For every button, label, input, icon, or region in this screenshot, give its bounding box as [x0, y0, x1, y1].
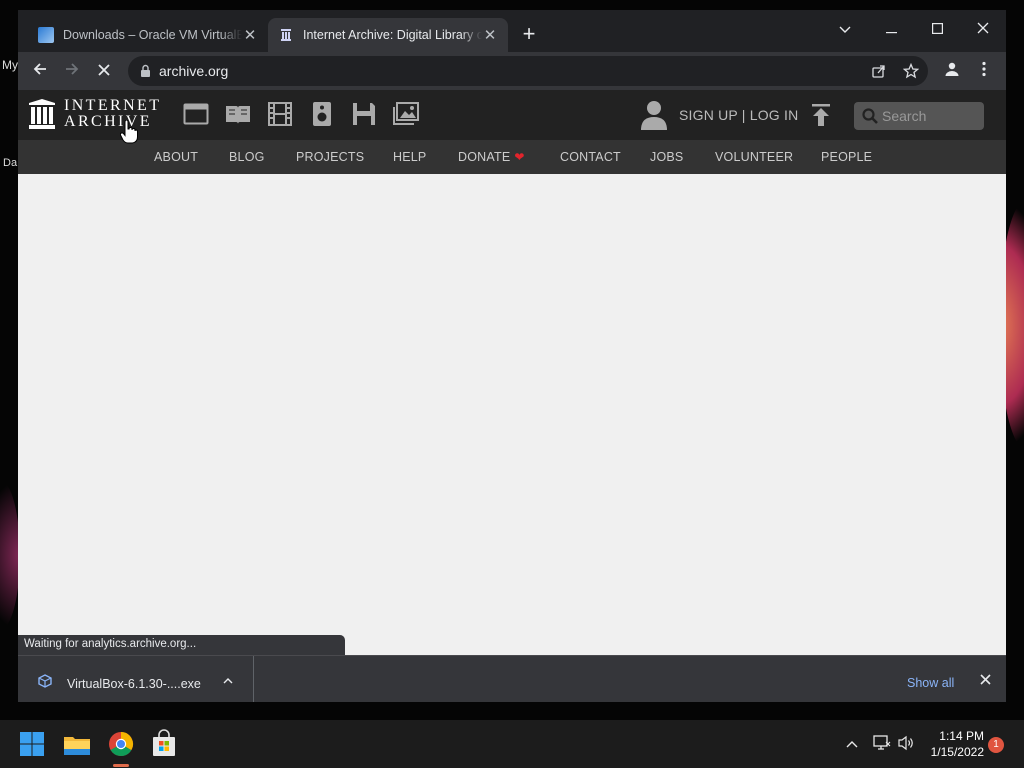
web-archive-icon[interactable] [183, 102, 209, 126]
images-picture-icon[interactable] [393, 102, 419, 126]
new-tab-button[interactable]: + [516, 22, 542, 48]
address-bar[interactable] [128, 56, 928, 86]
notification-badge[interactable]: 1 [988, 737, 1004, 753]
tab-title: Internet Archive: Digital Library of Fre… [303, 28, 482, 42]
show-all-downloads-button[interactable]: Show all [907, 676, 954, 690]
ia-search-box[interactable] [854, 102, 984, 130]
chrome-active-indicator [113, 764, 129, 767]
texts-book-icon[interactable] [225, 102, 251, 126]
tab-internet-archive[interactable]: Internet Archive: Digital Library of Fre… [268, 18, 508, 52]
video-film-icon[interactable] [267, 102, 293, 126]
nav-donate-label: DONATE [458, 150, 511, 164]
upload-icon[interactable] [811, 104, 831, 126]
system-clock[interactable]: 1:14 PM 1/15/2022 [924, 728, 984, 760]
network-icon[interactable] [873, 735, 891, 754]
audio-speaker-icon[interactable] [309, 102, 335, 126]
windows-start-icon[interactable] [16, 728, 48, 760]
tab-search-chevron-icon[interactable] [822, 14, 868, 44]
nav-contact[interactable]: CONTACT [560, 150, 621, 164]
bookmark-star-icon[interactable] [902, 62, 920, 81]
wallpaper-glow-left [0, 480, 20, 630]
tab-close-icon[interactable]: ✕ [242, 26, 258, 44]
clock-date: 1/15/2022 [930, 745, 984, 759]
minimize-button[interactable] [868, 14, 914, 44]
ia-logo-text: INTERNET ARCHIVE [64, 98, 161, 130]
desktop-label-my[interactable]: My [2, 58, 18, 72]
lock-icon[interactable] [140, 64, 151, 83]
software-disk-icon[interactable] [351, 102, 377, 126]
signup-login-link[interactable]: SIGN UP | LOG IN [679, 107, 798, 123]
chevron-up-icon[interactable] [223, 673, 233, 687]
tab-close-icon[interactable]: ✕ [482, 26, 498, 44]
page-content: INTERNET ARCHIVE SIGN UP | LOG IN Search… [18, 90, 1006, 655]
tab-strip: Downloads – Oracle VM VirtualBox ✕ Inter… [18, 10, 1006, 52]
virtualbox-favicon-icon [38, 27, 54, 43]
file-explorer-icon[interactable] [61, 728, 93, 760]
tray-chevron-up-icon[interactable] [846, 736, 858, 751]
download-filename: VirtualBox-6.1.30-....exe [67, 677, 201, 691]
back-button[interactable] [26, 57, 54, 85]
download-item[interactable]: VirtualBox-6.1.30-....exe [18, 656, 254, 702]
close-download-bar-icon[interactable] [980, 672, 991, 690]
download-bar: VirtualBox-6.1.30-....exe Show all [18, 655, 1006, 702]
search-icon [862, 108, 878, 124]
forward-button[interactable] [58, 57, 86, 85]
profile-icon[interactable] [942, 61, 962, 81]
stop-loading-button[interactable] [90, 57, 118, 85]
desktop-label-da[interactable]: Da [3, 157, 17, 169]
maximize-button[interactable] [914, 14, 960, 44]
loading-status-text: Waiting for analytics.archive.org... [18, 635, 345, 655]
chrome-icon[interactable] [105, 728, 137, 760]
more-menu-icon[interactable] [974, 61, 994, 81]
microsoft-store-icon[interactable] [148, 728, 180, 760]
tab-title: Downloads – Oracle VM VirtualBox [63, 28, 242, 42]
nav-blog[interactable]: BLOG [229, 150, 265, 164]
browser-toolbar [18, 52, 1006, 90]
heart-icon: ❤ [514, 150, 525, 164]
nav-donate[interactable]: DONATE ❤ [458, 150, 525, 164]
nav-projects[interactable]: PROJECTS [296, 150, 364, 164]
nav-jobs[interactable]: JOBS [650, 150, 683, 164]
clock-time: 1:14 PM [939, 729, 984, 743]
user-avatar-icon[interactable] [640, 100, 668, 130]
search-input[interactable] [882, 107, 978, 125]
volume-icon[interactable] [897, 735, 915, 754]
ia-logo-line1: INTERNET [64, 97, 162, 114]
nav-about[interactable]: ABOUT [154, 150, 198, 164]
mouse-cursor-hand-icon [120, 120, 138, 144]
share-icon[interactable] [870, 63, 888, 81]
browser-window: Downloads – Oracle VM VirtualBox ✕ Inter… [18, 10, 1006, 702]
ia-logo-line2: ARCHIVE [64, 113, 152, 130]
nav-people[interactable]: PEOPLE [821, 150, 872, 164]
internet-archive-favicon-icon [278, 27, 294, 43]
tab-virtualbox-downloads[interactable]: Downloads – Oracle VM VirtualBox ✕ [28, 18, 268, 52]
nav-volunteer[interactable]: VOLUNTEER [715, 150, 793, 164]
ia-temple-icon [29, 99, 55, 129]
ia-header: INTERNET ARCHIVE SIGN UP | LOG IN Search [18, 90, 1006, 140]
address-input[interactable] [159, 61, 859, 81]
close-window-button[interactable] [960, 14, 1006, 44]
ia-nav-bar: ABOUT BLOG PROJECTS HELP DONATE ❤ CONTACT… [18, 140, 1006, 174]
taskbar: 1:14 PM 1/15/2022 [0, 720, 1024, 768]
virtualbox-file-icon [38, 674, 52, 688]
nav-help[interactable]: HELP [393, 150, 426, 164]
ia-logo[interactable]: INTERNET ARCHIVE [28, 98, 161, 130]
